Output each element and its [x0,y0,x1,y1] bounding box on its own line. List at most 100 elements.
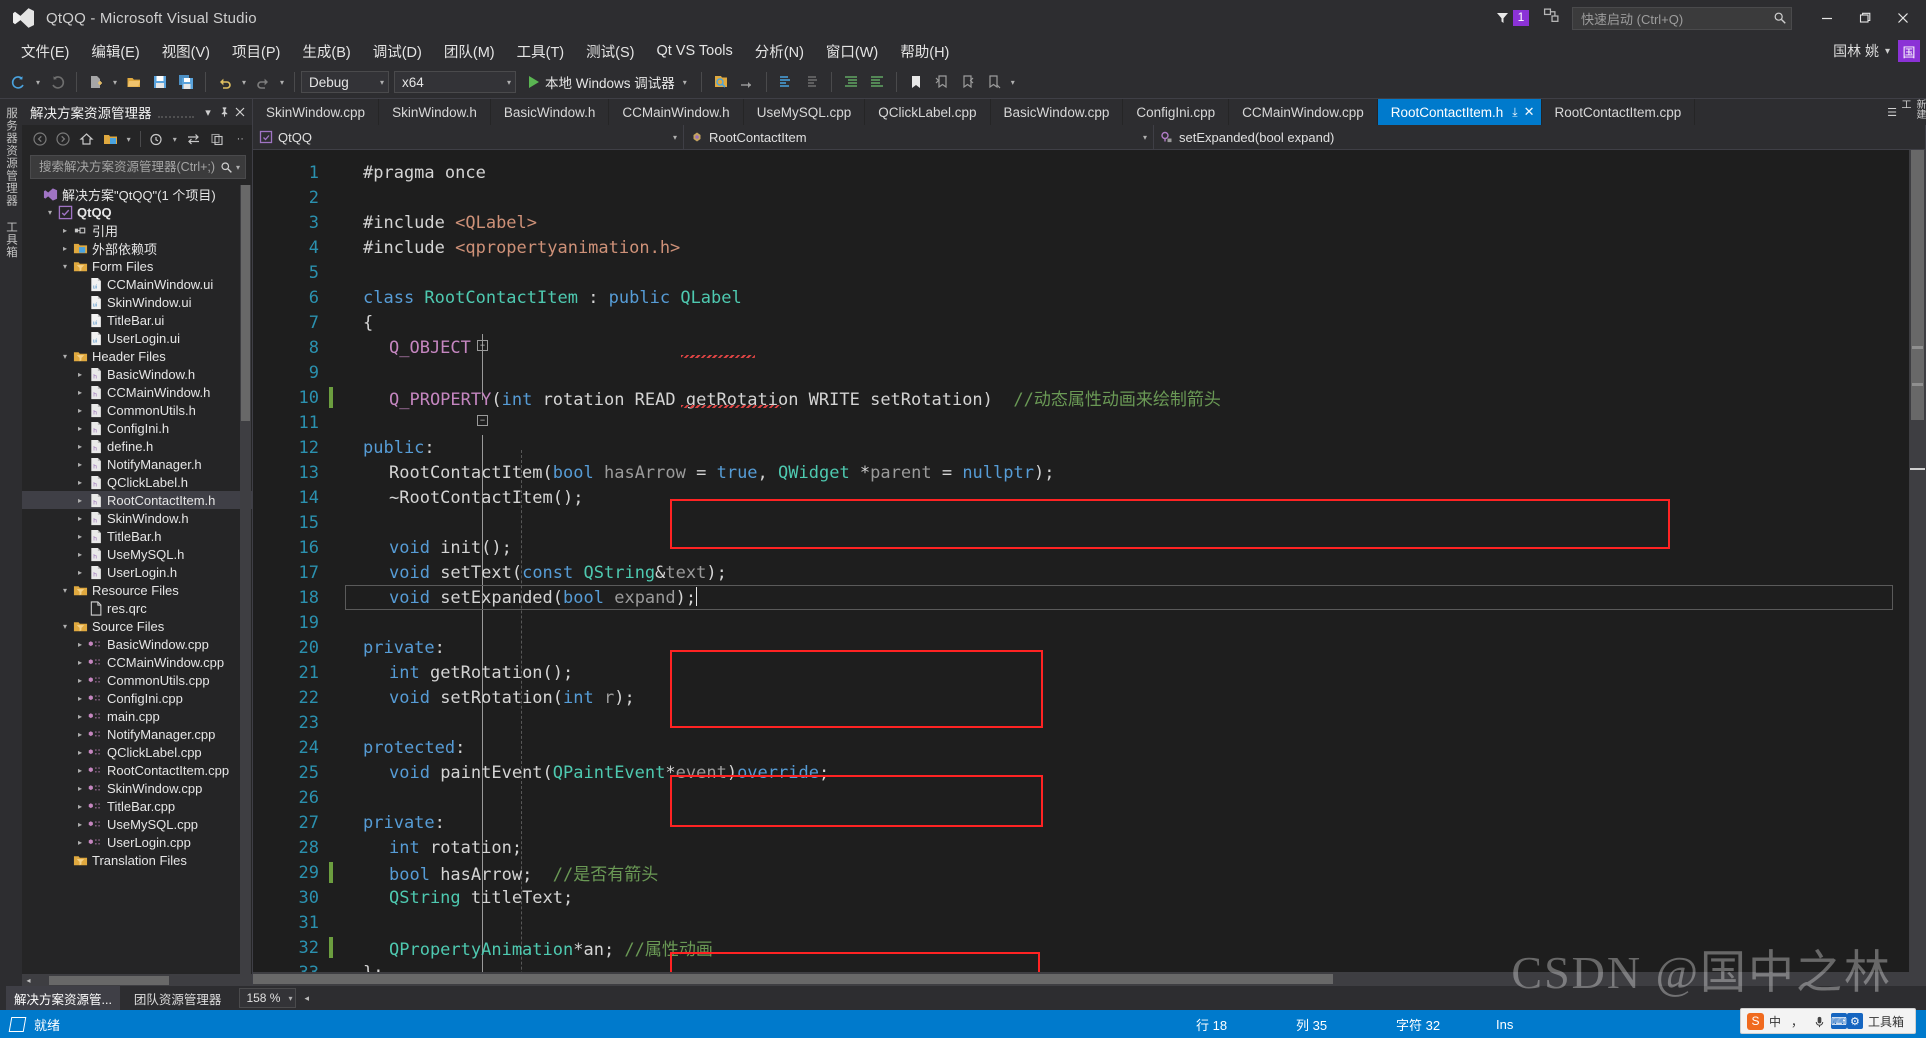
properties-icon[interactable] [205,128,228,150]
tree-item-usemysql-h[interactable]: ▸hUseMySQL.h [22,545,252,563]
menu-team[interactable]: 团队(M) [433,37,506,66]
editor-tab-configini-cpp[interactable]: ConfigIni.cpp [1123,99,1229,125]
expand-toggle-open-icon[interactable]: ▾ [58,352,72,361]
editor-tab-basicwindow-cpp[interactable]: BasicWindow.cpp [991,99,1124,125]
code-line[interactable]: 4#include <qpropertyanimation.h> [253,235,1909,260]
tree-item-userlogin-h[interactable]: ▸hUserLogin.h [22,563,252,581]
solution-search-box[interactable]: ▾ [30,155,246,179]
sync-with-active-document-icon[interactable] [182,128,205,150]
uncomment-icon[interactable] [799,69,825,95]
code-line[interactable]: 30QString titleText; [253,885,1909,910]
code-line[interactable]: 19 [253,610,1909,635]
expand-toggle-closed-icon[interactable]: ▸ [73,838,87,847]
tree-item-configini-cpp[interactable]: ▸ConfigIni.cpp [22,689,252,707]
navbar-member-select[interactable]: setExpanded(bool expand) [1154,125,1926,149]
expand-toggle-closed-icon[interactable]: ▸ [73,478,87,487]
redo-icon[interactable] [250,69,276,95]
tree-item-basicwindow-h[interactable]: ▸hBasicWindow.h [22,365,252,383]
ime-mode-toggle[interactable]: 中 [1769,1013,1781,1030]
quick-launch-input[interactable]: 快速启动 (Ctrl+Q) [1572,7,1792,30]
code-editor[interactable]: − − 1#pragma once23#include <QLabel>4#in… [253,150,1909,972]
undo-caret-icon[interactable]: ▾ [238,78,250,87]
solution-platform-select[interactable]: x64 ▾ [394,71,516,93]
home-icon[interactable] [75,128,98,150]
tree-item-ccmainwindow-h[interactable]: ▸hCCMainWindow.h [22,383,252,401]
ime-punctuation-toggle[interactable]: ， [1791,1013,1803,1030]
find-in-files-icon[interactable] [708,69,734,95]
avatar[interactable]: 国 [1898,40,1920,62]
show-all-files-icon[interactable] [98,128,121,150]
tree-item-rootcontactitem-cpp[interactable]: ▸RootContactItem.cpp [22,761,252,779]
code-line[interactable]: 16void init(); [253,535,1909,560]
expand-toggle-closed-icon[interactable]: ▸ [73,532,87,541]
code-line[interactable]: 1#pragma once [253,160,1909,185]
tree-item-usemysql-cpp[interactable]: ▸UseMySQL.cpp [22,815,252,833]
solution-configuration-select[interactable]: Debug ▾ [301,71,389,93]
toolbox-icon[interactable]: ⚙ [1847,1013,1863,1029]
expand-toggle-closed-icon[interactable]: ▸ [73,460,87,469]
tree-item-commonutils-cpp[interactable]: ▸CommonUtils.cpp [22,671,252,689]
code-line[interactable]: 11 [253,410,1909,435]
new-item-icon[interactable] [83,69,109,95]
tree-item-notifymanager-h[interactable]: ▸hNotifyManager.h [22,455,252,473]
expand-toggle-closed-icon[interactable]: ▸ [73,694,87,703]
save-all-icon[interactable] [173,69,199,95]
menu-window[interactable]: 窗口(W) [815,37,889,66]
expand-toggle-closed-icon[interactable]: ▸ [58,226,72,235]
tree-item-form-files[interactable]: ▾Form Files [22,257,252,275]
tree-item-basicwindow-cpp[interactable]: ▸BasicWindow.cpp [22,635,252,653]
navbar-type-select[interactable]: RootContactItem ▾ [684,125,1154,149]
team-explorer-dock-tab[interactable]: 团队资源管理器 [126,986,230,1011]
new-item-caret-icon[interactable]: ▾ [109,78,121,87]
code-line[interactable]: 24protected: [253,735,1909,760]
expand-toggle-closed-icon[interactable]: ▸ [73,730,87,739]
redo-caret-icon[interactable]: ▾ [276,78,288,87]
search-options-caret-icon[interactable]: ▾ [233,163,243,172]
tree-item-qtqq[interactable]: ▾QtQQ [22,203,252,221]
hscrollbar-thumb[interactable] [253,974,1333,984]
code-line[interactable]: 10Q_PROPERTY(int rotation READ getRotati… [253,385,1909,410]
expand-toggle-closed-icon[interactable]: ▸ [73,424,87,433]
scroll-left-icon[interactable]: ◂ [22,974,35,986]
tree-item-[interactable]: ▸引用 [22,221,252,239]
maximize-button[interactable] [1846,0,1884,36]
code-line[interactable]: 32QPropertyAnimation*an; //属性动画 [253,935,1909,960]
menu-test[interactable]: 测试(S) [575,37,645,66]
code-line[interactable]: 6class RootContactItem : public QLabel [253,285,1909,310]
tree-item-resource-files[interactable]: ▾Resource Files [22,581,252,599]
microphone-icon[interactable] [1813,1015,1826,1028]
scrollbar-thumb[interactable] [1911,150,1924,420]
code-line[interactable]: 22void setRotation(int r); [253,685,1909,710]
scrollbar-thumb[interactable] [241,185,250,421]
code-line[interactable]: 9 [253,360,1909,385]
clear-bookmarks-icon[interactable] [981,69,1007,95]
share-icon[interactable] [1543,7,1560,29]
expand-toggle-closed-icon[interactable]: ▸ [73,820,87,829]
menu-debug[interactable]: 调试(D) [362,37,433,66]
search-input[interactable] [37,159,220,175]
menu-view[interactable]: 视图(V) [151,37,221,66]
outdent-icon[interactable] [864,69,890,95]
tree-item-titlebar-h[interactable]: ▸hTitleBar.h [22,527,252,545]
menu-edit[interactable]: 编辑(E) [80,37,150,66]
close-icon[interactable] [232,102,248,122]
code-line[interactable]: 8Q_OBJECT [253,335,1909,360]
code-line[interactable]: 23 [253,710,1909,735]
back-dropdown-caret-icon[interactable]: ▾ [32,78,44,87]
pending-changes-icon[interactable] [144,128,167,150]
toolbar-overflow-icon[interactable]: ▾ [1007,78,1019,87]
ime-tray[interactable]: S 中 ， ⌨ ⚙ 工具箱 [1740,1008,1916,1034]
tree-item-ccmainwindow-ui[interactable]: uiCCMainWindow.ui [22,275,252,293]
code-line[interactable]: 17void setText(const QString&text); [253,560,1909,585]
comment-icon[interactable] [773,69,799,95]
expand-toggle-closed-icon[interactable]: ▸ [73,748,87,757]
code-line[interactable]: 28int rotation; [253,835,1909,860]
next-bookmark-icon[interactable] [955,69,981,95]
code-line[interactable]: 5 [253,260,1909,285]
keyboard-icon[interactable]: ⌨ [1831,1013,1847,1029]
editor-vertical-scrollbar[interactable] [1909,150,1926,972]
sogou-pinyin-icon[interactable]: S [1747,1013,1764,1030]
code-line[interactable]: 13RootContactItem(bool hasArrow = true, … [253,460,1909,485]
toolbox-tab[interactable]: 工具箱 [3,221,19,259]
tree-item-commonutils-h[interactable]: ▸hCommonUtils.h [22,401,252,419]
